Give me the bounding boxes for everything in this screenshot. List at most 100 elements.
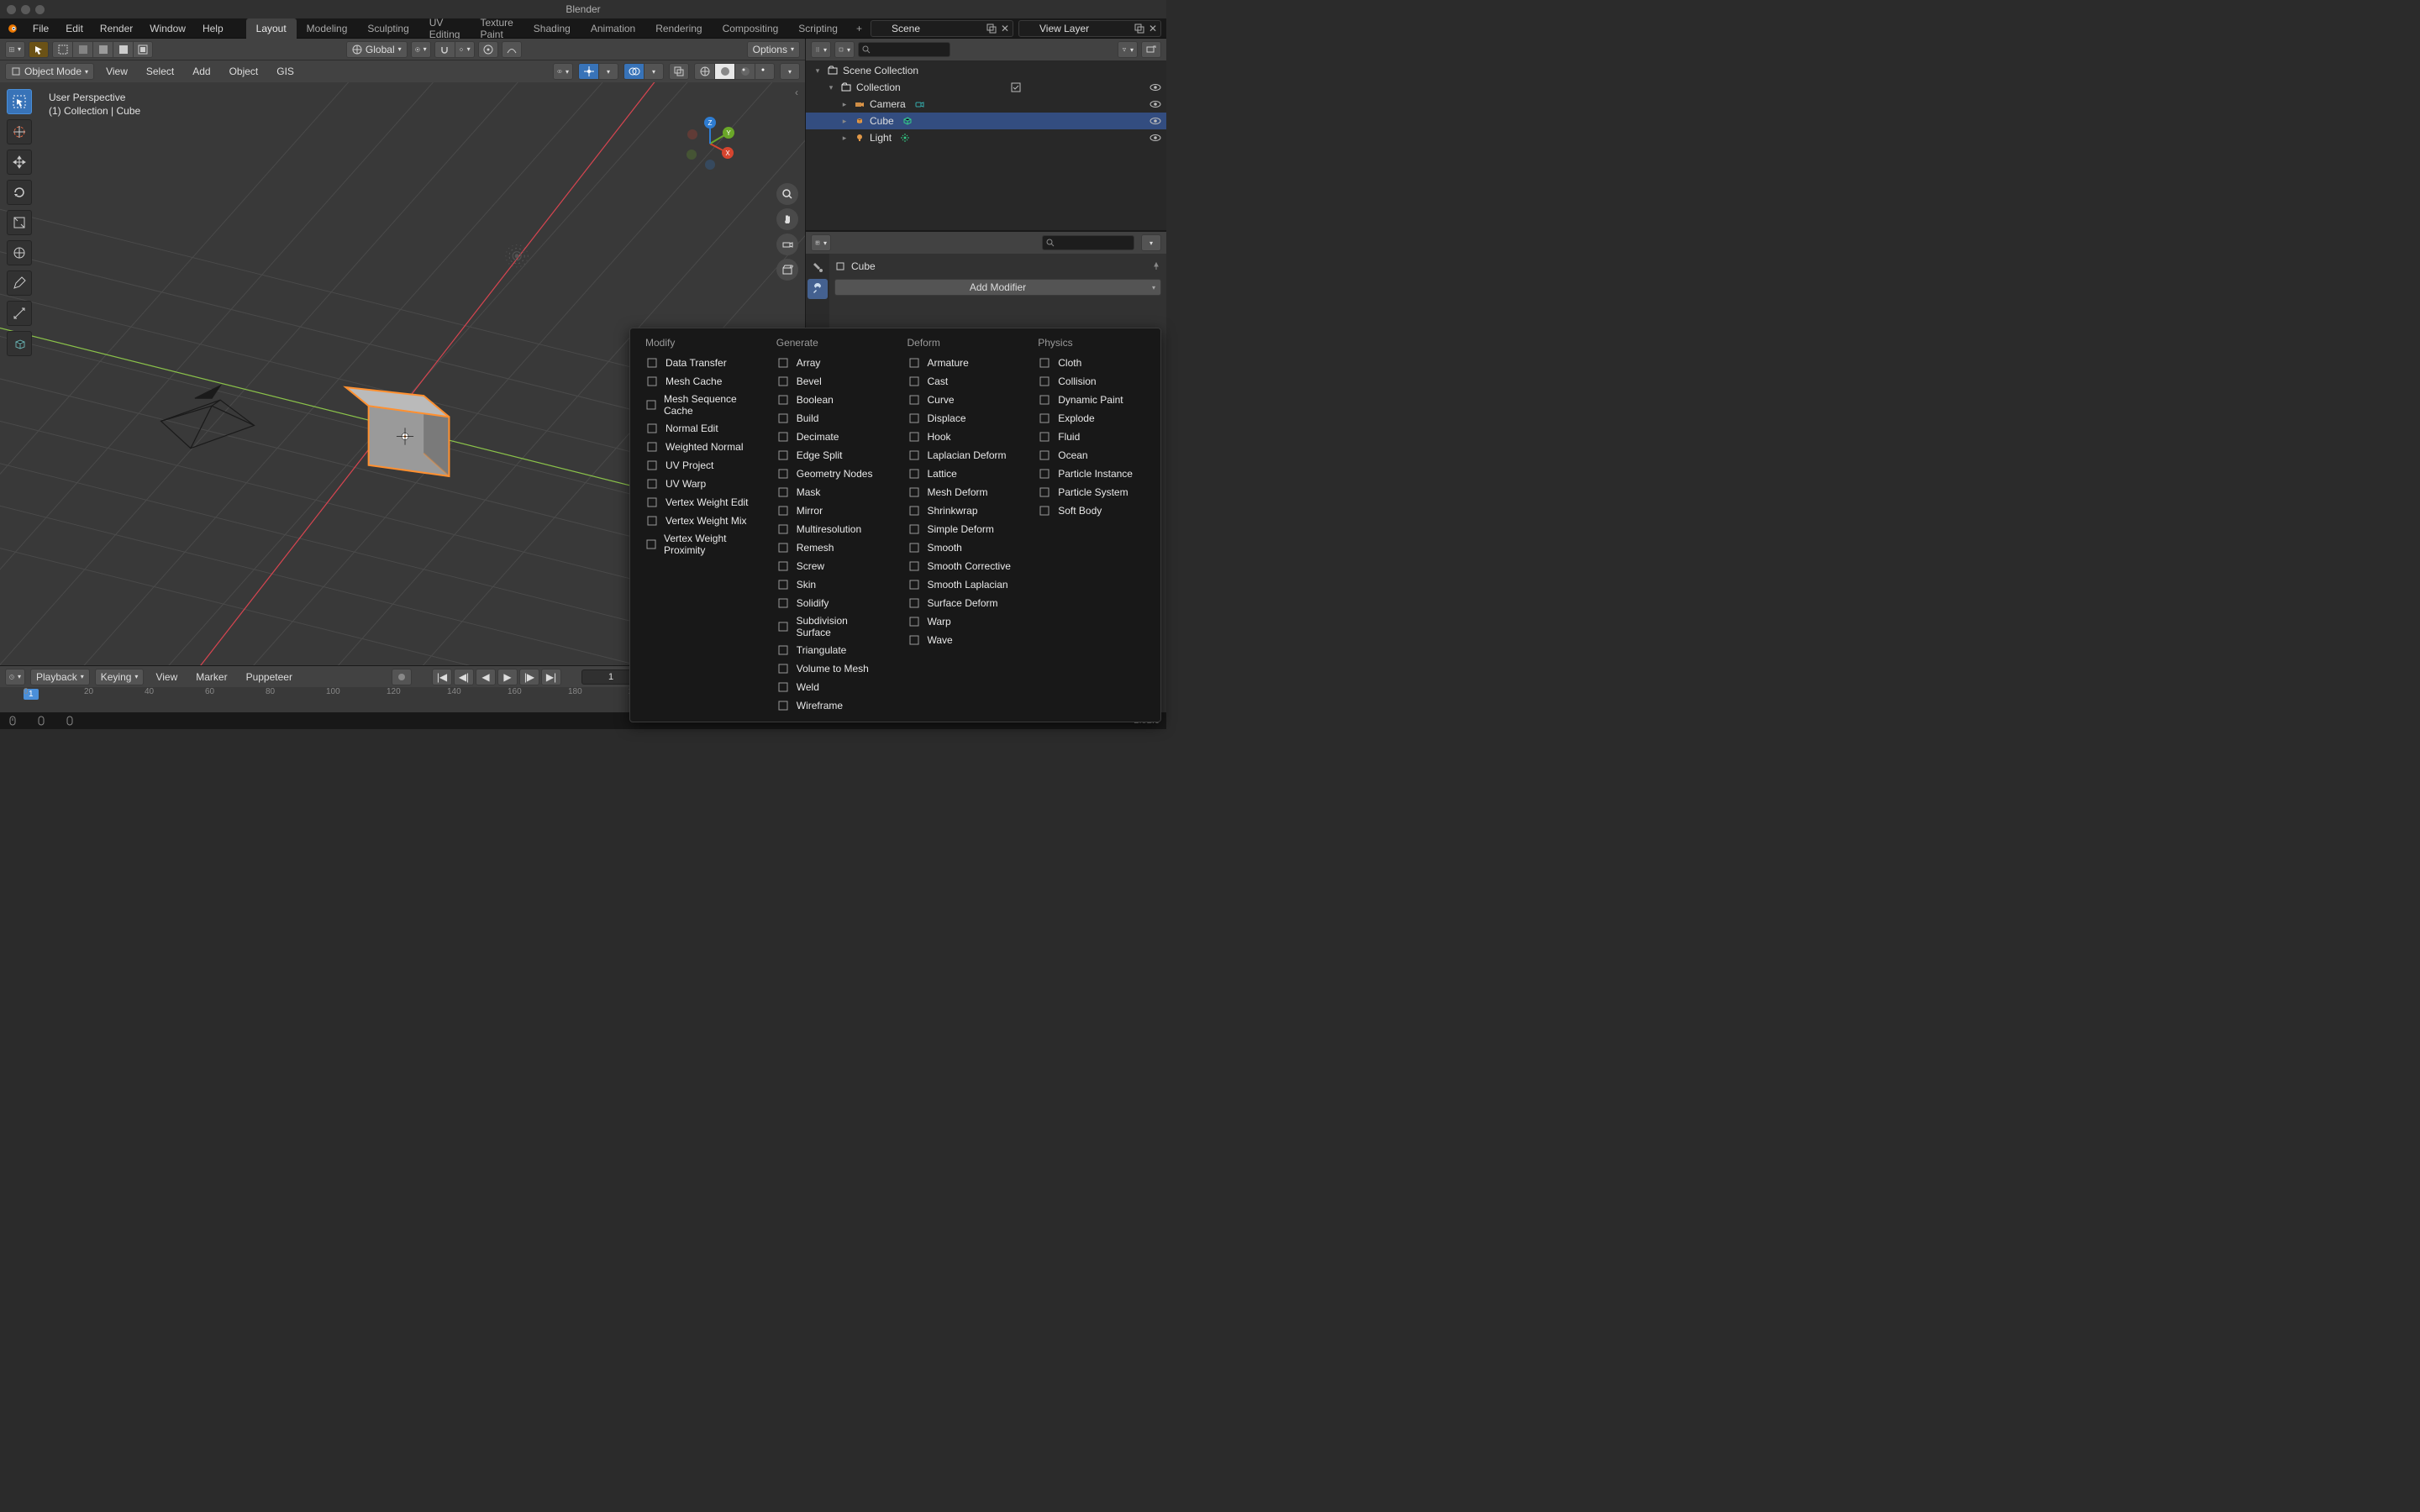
pan-view-button[interactable] — [776, 208, 798, 230]
outliner-row-cube[interactable]: ▸Cube — [806, 113, 1166, 129]
select-mode-subtract[interactable] — [92, 41, 113, 58]
select-mode-intersect[interactable] — [113, 41, 133, 58]
menu-window[interactable]: Window — [142, 20, 193, 37]
modifier-normal-edit[interactable]: Normal Edit — [639, 419, 760, 438]
proportional-falloff-dropdown[interactable] — [502, 41, 522, 58]
select-mode-extend[interactable] — [72, 41, 92, 58]
modifier-smooth-laplacian[interactable]: Smooth Laplacian — [901, 575, 1022, 594]
menu-file[interactable]: File — [25, 20, 56, 37]
add-modifier-button[interactable]: Add Modifier — [834, 279, 1161, 296]
outliner-filter-button[interactable]: ▾ — [1118, 41, 1138, 58]
zoom-view-button[interactable] — [776, 183, 798, 205]
remove-viewlayer-button[interactable]: ✕ — [1146, 22, 1160, 35]
modifier-mesh-deform[interactable]: Mesh Deform — [901, 483, 1022, 501]
outliner-new-collection-button[interactable] — [1141, 41, 1161, 58]
tool-transform[interactable] — [7, 240, 32, 265]
mode-dropdown[interactable]: Object Mode▾ — [5, 63, 94, 80]
workspace-tab-shading[interactable]: Shading — [523, 18, 581, 39]
show-overlays-toggle[interactable] — [623, 63, 644, 80]
modifier-vertex-weight-edit[interactable]: Vertex Weight Edit — [639, 493, 760, 512]
proportional-editing-toggle[interactable] — [478, 41, 498, 58]
xray-toggle[interactable] — [669, 63, 689, 80]
outliner-row-scene-collection[interactable]: ▾Scene Collection — [806, 62, 1166, 79]
modifier-smooth-corrective[interactable]: Smooth Corrective — [901, 557, 1022, 575]
object-menu[interactable]: Object — [223, 63, 266, 80]
play-reverse-button[interactable]: ◀ — [476, 669, 496, 685]
pivot-point-dropdown[interactable]: ▾ — [411, 41, 431, 58]
modifier-vertex-weight-proximity[interactable]: Vertex Weight Proximity — [639, 530, 760, 559]
gizmo-dropdown[interactable]: ▾ — [598, 63, 618, 80]
pin-icon[interactable] — [1151, 261, 1161, 271]
orientation-gizmo[interactable]: X Y Z — [682, 116, 738, 171]
modifier-smooth[interactable]: Smooth — [901, 538, 1022, 557]
view-menu[interactable]: View — [99, 63, 134, 80]
modifier-warp[interactable]: Warp — [901, 612, 1022, 631]
snap-toggle[interactable] — [434, 41, 455, 58]
modifier-armature[interactable]: Armature — [901, 354, 1022, 372]
tool-measure[interactable] — [7, 301, 32, 326]
modifier-remesh[interactable]: Remesh — [770, 538, 891, 557]
modifier-wave[interactable]: Wave — [901, 631, 1022, 649]
visibility-toggle[interactable] — [1150, 81, 1161, 93]
modifier-multiresolution[interactable]: Multiresolution — [770, 520, 891, 538]
modifier-weighted-normal[interactable]: Weighted Normal — [639, 438, 760, 456]
prop-tab-modifiers[interactable] — [808, 279, 828, 299]
workspace-tab-modeling[interactable]: Modeling — [297, 18, 358, 39]
modifier-screw[interactable]: Screw — [770, 557, 891, 575]
keying-menu[interactable]: Keying▾ — [95, 669, 145, 685]
modifier-soft-body[interactable]: Soft Body — [1031, 501, 1152, 520]
modifier-cast[interactable]: Cast — [901, 372, 1022, 391]
timeline-view-menu[interactable]: View — [149, 669, 184, 685]
menu-render[interactable]: Render — [92, 20, 140, 37]
modifier-particle-instance[interactable]: Particle Instance — [1031, 465, 1152, 483]
jump-to-start-button[interactable]: |◀ — [432, 669, 452, 685]
modifier-array[interactable]: Array — [770, 354, 891, 372]
modifier-collision[interactable]: Collision — [1031, 372, 1152, 391]
new-scene-button[interactable]: ✕ — [998, 22, 1012, 35]
modifier-volume-to-mesh[interactable]: Volume to Mesh — [770, 659, 891, 678]
workspace-tab-layout[interactable]: Layout — [246, 18, 297, 39]
workspace-tab-rendering[interactable]: Rendering — [645, 18, 712, 39]
properties-search-input[interactable] — [1042, 235, 1134, 250]
perspective-toggle-button[interactable] — [776, 259, 798, 281]
shading-solid[interactable] — [714, 63, 734, 80]
tool-select-box[interactable] — [7, 89, 32, 114]
editor-type-dropdown[interactable]: ▾ — [5, 41, 25, 58]
select-mode-new[interactable] — [52, 41, 72, 58]
modifier-curve[interactable]: Curve — [901, 391, 1022, 409]
view-object-types-dropdown[interactable]: ▾ — [553, 63, 573, 80]
tool-rotate[interactable] — [7, 180, 32, 205]
shading-material[interactable] — [734, 63, 755, 80]
modifier-laplacian-deform[interactable]: Laplacian Deform — [901, 446, 1022, 465]
shading-rendered[interactable] — [755, 63, 775, 80]
playback-menu[interactable]: Playback▾ — [30, 669, 90, 685]
puppeteer-menu[interactable]: Puppeteer — [239, 669, 299, 685]
modifier-uv-warp[interactable]: UV Warp — [639, 475, 760, 493]
marker-menu[interactable]: Marker — [189, 669, 234, 685]
modifier-subdivision-surface[interactable]: Subdivision Surface — [770, 612, 891, 641]
modifier-explode[interactable]: Explode — [1031, 409, 1152, 428]
outliner-row-collection[interactable]: ▾Collection — [806, 79, 1166, 96]
modifier-mask[interactable]: Mask — [770, 483, 891, 501]
modifier-mesh-sequence-cache[interactable]: Mesh Sequence Cache — [639, 391, 760, 419]
zoom-window-button[interactable] — [35, 5, 45, 14]
box-select-tool-button[interactable] — [29, 41, 49, 58]
modifier-weld[interactable]: Weld — [770, 678, 891, 696]
auto-keying-toggle[interactable] — [392, 669, 412, 685]
timeline-editor-type-dropdown[interactable]: ▾ — [5, 669, 25, 685]
snap-target-dropdown[interactable]: ▾ — [455, 41, 475, 58]
tool-add-cube[interactable] — [7, 331, 32, 356]
modifier-particle-system[interactable]: Particle System — [1031, 483, 1152, 501]
modifier-hook[interactable]: Hook — [901, 428, 1022, 446]
workspace-tab-compositing[interactable]: Compositing — [713, 18, 789, 39]
menu-edit[interactable]: Edit — [58, 20, 91, 37]
shading-options-dropdown[interactable]: ▾ — [780, 63, 800, 80]
close-window-button[interactable] — [7, 5, 16, 14]
modifier-data-transfer[interactable]: Data Transfer — [639, 354, 760, 372]
add-menu[interactable]: Add — [186, 63, 217, 80]
modifier-wireframe[interactable]: Wireframe — [770, 696, 891, 715]
modifier-solidify[interactable]: Solidify — [770, 594, 891, 612]
modifier-fluid[interactable]: Fluid — [1031, 428, 1152, 446]
visibility-toggle[interactable] — [1150, 132, 1161, 144]
modifier-uv-project[interactable]: UV Project — [639, 456, 760, 475]
